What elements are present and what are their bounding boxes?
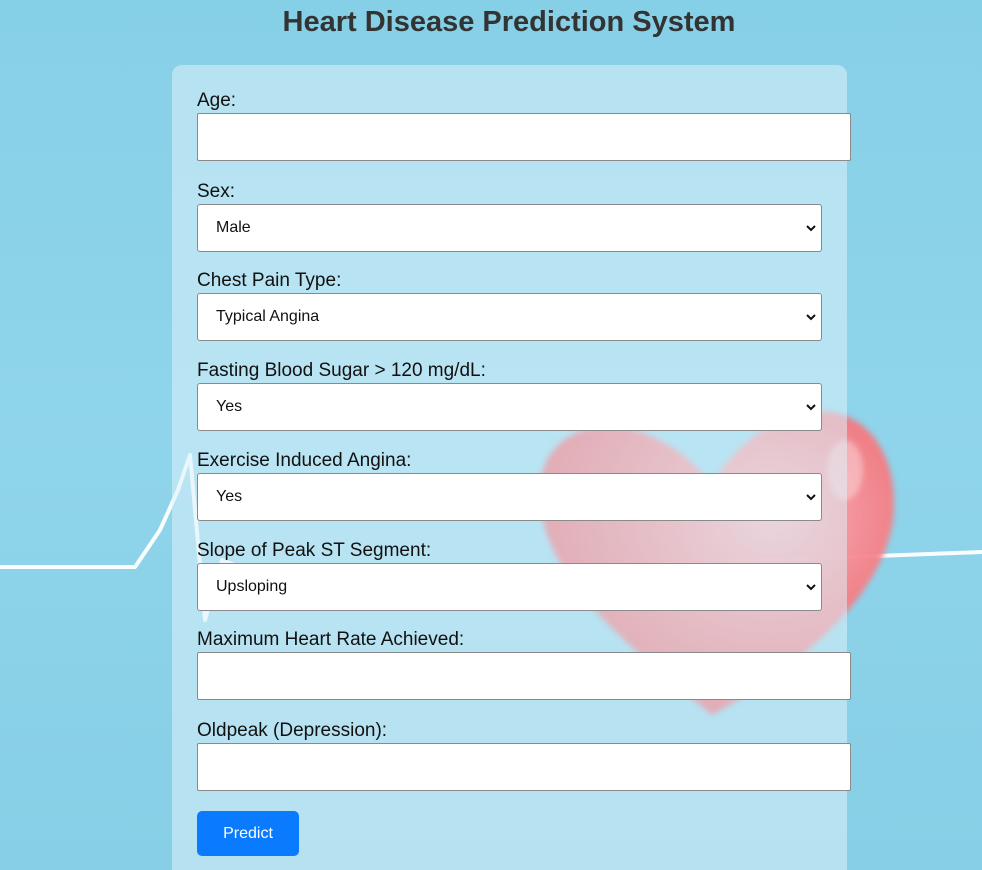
slope-select[interactable]: Upsloping xyxy=(197,563,822,611)
age-input[interactable] xyxy=(197,113,851,161)
exercise-angina-selected-value: Yes xyxy=(216,488,243,505)
exercise-angina-label: Exercise Induced Angina: xyxy=(197,450,412,471)
max-heart-rate-label: Maximum Heart Rate Achieved: xyxy=(197,629,465,650)
sex-select[interactable]: Male xyxy=(197,204,822,252)
fasting-blood-sugar-label: Fasting Blood Sugar > 120 mg/dL: xyxy=(197,360,486,381)
chest-pain-selected-value: Typical Angina xyxy=(216,308,320,325)
predict-button[interactable]: Predict xyxy=(197,811,299,856)
chevron-down-icon xyxy=(806,225,816,232)
slope-selected-value: Upsloping xyxy=(216,578,288,595)
fasting-blood-sugar-select[interactable]: Yes xyxy=(197,383,822,431)
chevron-down-icon xyxy=(806,494,816,501)
fasting-blood-sugar-selected-value: Yes xyxy=(216,398,243,415)
oldpeak-label: Oldpeak (Depression): xyxy=(197,720,388,741)
page-title: Heart Disease Prediction System xyxy=(282,6,736,38)
sex-label: Sex: xyxy=(197,181,236,202)
exercise-angina-select[interactable]: Yes xyxy=(197,473,822,521)
chevron-down-icon xyxy=(806,404,816,411)
chevron-down-icon xyxy=(806,584,816,591)
chest-pain-select[interactable]: Typical Angina xyxy=(197,293,822,341)
slope-label: Slope of Peak ST Segment: xyxy=(197,540,432,561)
sex-selected-value: Male xyxy=(216,219,251,236)
oldpeak-input[interactable] xyxy=(197,743,851,791)
age-label: Age: xyxy=(197,90,237,111)
chest-pain-label: Chest Pain Type: xyxy=(197,270,342,291)
chevron-down-icon xyxy=(806,314,816,321)
max-heart-rate-input[interactable] xyxy=(197,652,851,700)
